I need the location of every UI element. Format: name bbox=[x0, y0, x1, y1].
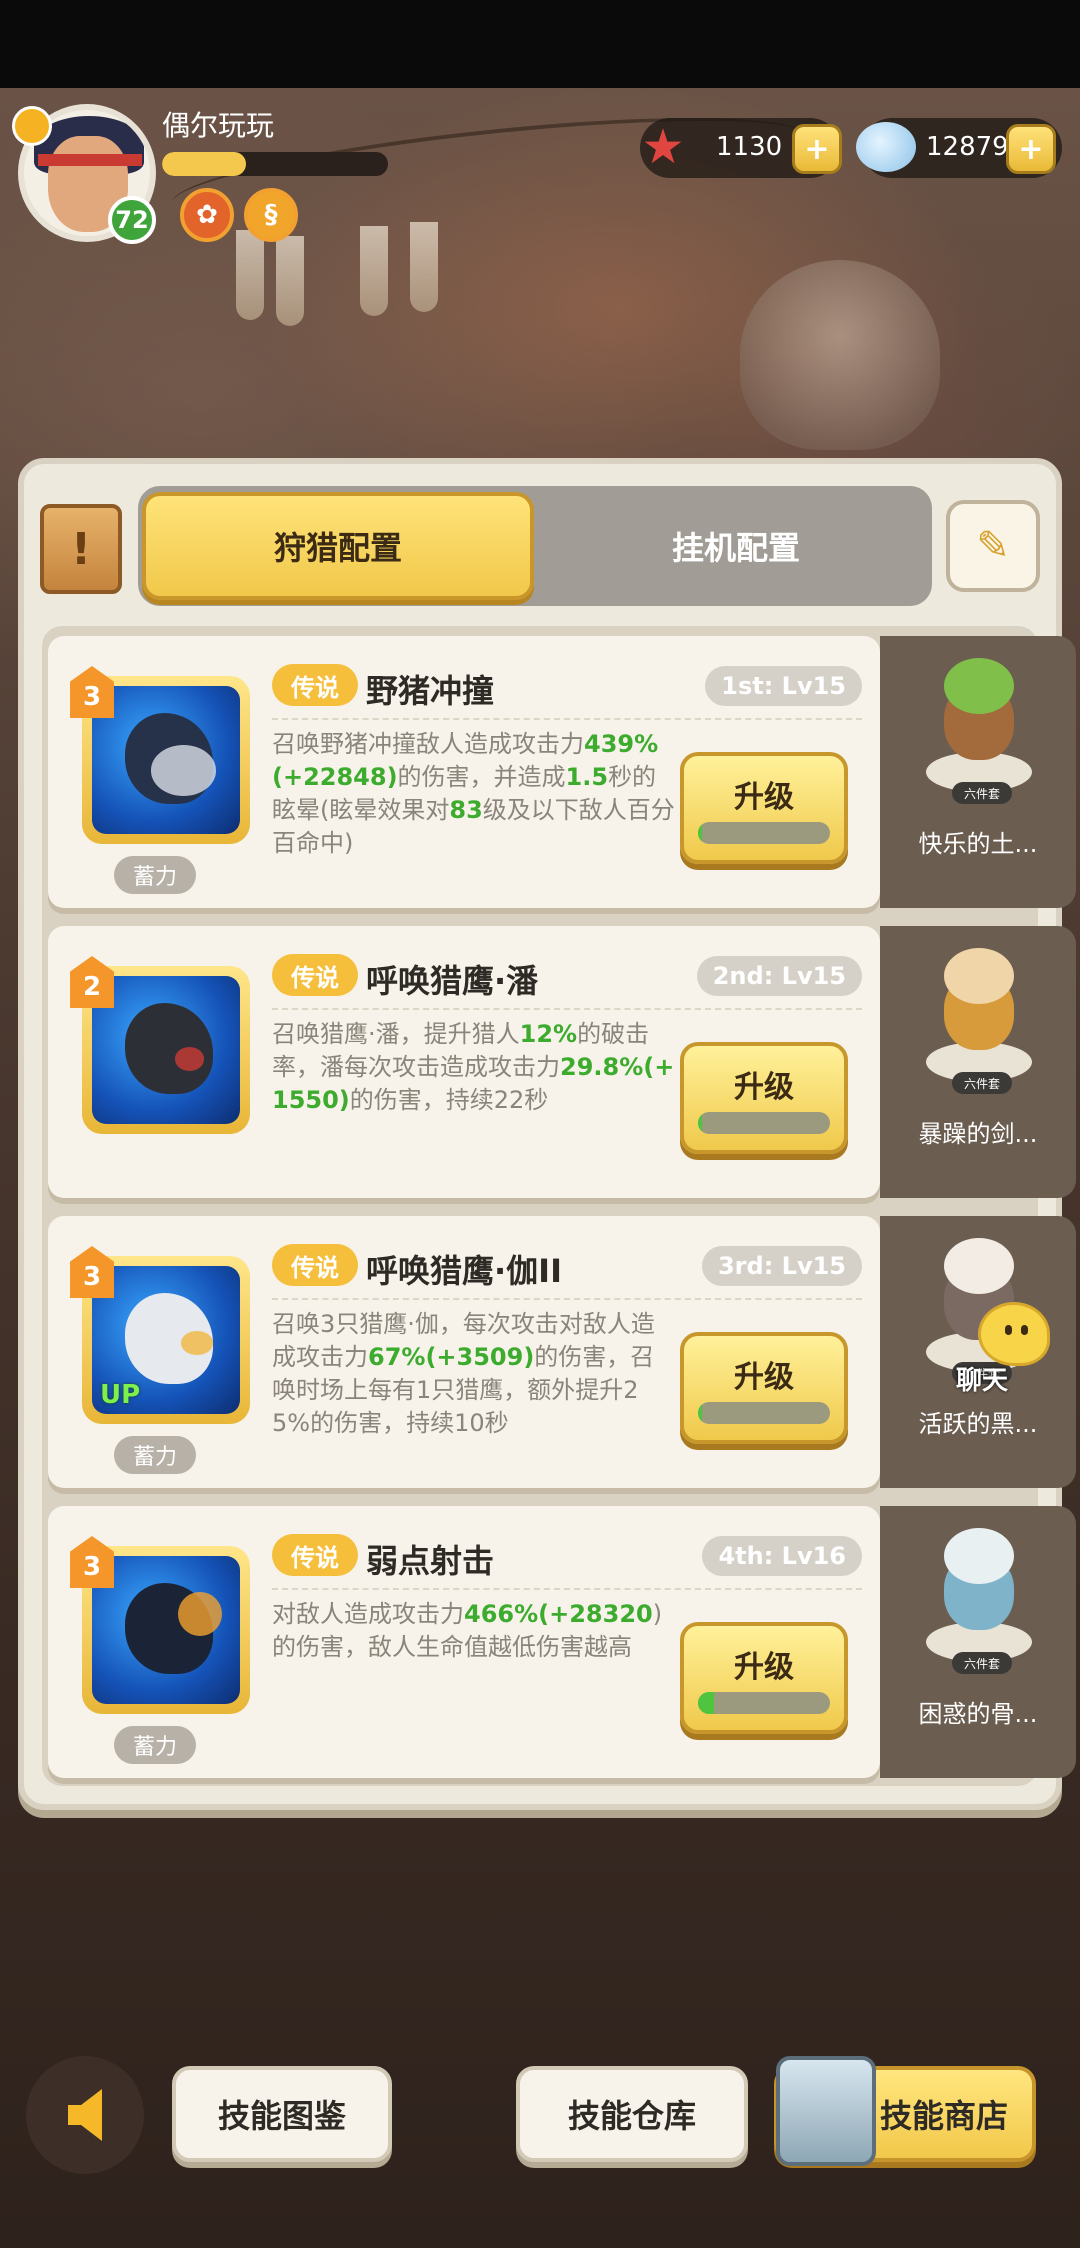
divider bbox=[272, 1298, 862, 1300]
starfish-value: 1130 bbox=[716, 132, 783, 162]
tab-idle-config[interactable]: 挂机配置 bbox=[540, 492, 932, 600]
pet-slot[interactable]: 六件套 暴躁的剑... bbox=[880, 926, 1076, 1198]
skill-star-badge: 2 bbox=[70, 956, 114, 1008]
skill-storage-button[interactable]: 技能仓库 bbox=[516, 2066, 748, 2162]
add-shell-button[interactable]: + bbox=[1006, 124, 1056, 174]
status-bar bbox=[0, 0, 1080, 88]
tab-hunting-config[interactable]: 狩猎配置 bbox=[142, 492, 534, 600]
pet-set-tag: 六件套 bbox=[952, 1652, 1012, 1674]
starfish-icon: ★ bbox=[641, 119, 685, 175]
shell-value: 12879 bbox=[926, 132, 1009, 162]
scroll-info-icon[interactable]: ! bbox=[40, 504, 122, 594]
slot-level-tag: 1st: Lv15 bbox=[705, 666, 862, 706]
pet-figure: 六件套 bbox=[904, 1526, 1054, 1674]
slot-level-tag: 2nd: Lv15 bbox=[696, 956, 862, 996]
skill-name: 弱点射击 bbox=[366, 1542, 495, 1580]
slot-level-tag: 3rd: Lv15 bbox=[701, 1246, 862, 1286]
pet-set-tag: 六件套 bbox=[952, 782, 1012, 804]
pet-name: 困惑的骨... bbox=[918, 1700, 1038, 1728]
pet-set-tag: 六件套 bbox=[952, 1072, 1012, 1094]
skill-card-body[interactable]: 3 蓄力 传说 弱点射击 4th: Lv16 对敌人造成攻击力466%(+283… bbox=[48, 1506, 880, 1778]
feather-icon bbox=[12, 106, 52, 146]
skill-description: 召唤野猪冲撞敌人造成攻击力439%(+22848)的伤害，并造成1.5秒的眩晕(… bbox=[272, 730, 675, 857]
buff-icon-orange[interactable]: ✿ bbox=[180, 188, 234, 242]
upgrade-button[interactable]: 升级 bbox=[680, 752, 848, 864]
skill-name: 呼唤猎鹰·潘 bbox=[366, 962, 539, 1000]
pet-slot[interactable]: 六件套 困惑的骨... bbox=[880, 1506, 1076, 1778]
pet-figure: 六件套 bbox=[904, 946, 1054, 1094]
rarity-badge: 传说 bbox=[272, 1534, 358, 1576]
skill-name: 呼唤猎鹰·伽II bbox=[366, 1252, 562, 1290]
pet-name: 快乐的土... bbox=[918, 830, 1038, 858]
skill-star-badge: 3 bbox=[70, 666, 114, 718]
shop-icon bbox=[776, 2056, 876, 2166]
rarity-badge: 传说 bbox=[272, 954, 358, 996]
skill-card: 六件套 困惑的骨... 3 蓄力 传说 弱点射击 4th: Lv16 对敌人造成… bbox=[48, 1506, 1076, 1778]
pet-name: 活跃的黑... bbox=[918, 1410, 1038, 1438]
skill-name: 野猪冲撞 bbox=[366, 672, 495, 710]
upgrade-button[interactable]: 升级 bbox=[680, 1622, 848, 1734]
skill-card: 六件套 快乐的土... 3 蓄力 传说 野猪冲撞 1st: Lv15 召唤野猪冲… bbox=[48, 636, 1076, 908]
skill-description: 召唤猎鹰·潘，提升猎人12%的破击率，潘每次攻击造成攻击力29.8%(+1550… bbox=[272, 1020, 675, 1114]
tooth-decoration bbox=[276, 236, 304, 326]
exp-bar bbox=[162, 152, 388, 176]
avatar-headband bbox=[38, 154, 142, 166]
add-starfish-button[interactable]: + bbox=[792, 124, 842, 174]
buff-icon-gold[interactable]: § bbox=[244, 188, 298, 242]
pet-slot[interactable]: 六件套 快乐的土... bbox=[880, 636, 1076, 908]
skill-description: 对敌人造成攻击力466%(+28320)的伤害，敌人生命值越低伤害越高 bbox=[272, 1600, 663, 1661]
skill-card: 六件套 暴躁的剑... 2 传说 呼唤猎鹰·潘 2nd: Lv15 召唤猎鹰·潘… bbox=[48, 926, 1076, 1198]
tooth-decoration bbox=[410, 222, 438, 312]
pet-figure: 六件套 bbox=[904, 656, 1054, 804]
shell-icon bbox=[856, 122, 916, 172]
chat-label[interactable]: 聊天 bbox=[956, 1360, 1008, 1397]
divider bbox=[272, 718, 862, 720]
skill-card-body[interactable]: 2 传说 呼唤猎鹰·潘 2nd: Lv15 召唤猎鹰·潘，提升猎人12%的破击率… bbox=[48, 926, 880, 1198]
pet-name: 暴躁的剑... bbox=[918, 1120, 1038, 1148]
upgrade-button[interactable]: 升级 bbox=[680, 1042, 848, 1154]
skill-card-body[interactable]: 3 蓄力 传说 野猪冲撞 1st: Lv15 召唤野猪冲撞敌人造成攻击力439%… bbox=[48, 636, 880, 908]
rarity-badge: 传说 bbox=[272, 1244, 358, 1286]
charge-tag: 蓄力 bbox=[114, 1726, 196, 1764]
chat-icon[interactable] bbox=[978, 1302, 1050, 1366]
back-button[interactable] bbox=[26, 2056, 144, 2174]
edit-config-button[interactable]: ✎ bbox=[946, 500, 1040, 592]
player-name: 偶尔玩玩 bbox=[162, 109, 275, 142]
slot-level-tag: 4th: Lv16 bbox=[702, 1536, 862, 1576]
skull-decoration bbox=[740, 260, 940, 450]
skill-star-badge: 3 bbox=[70, 1536, 114, 1588]
rarity-badge: 传说 bbox=[272, 664, 358, 706]
skill-description: 召唤3只猎鹰·伽，每次攻击对敌人造成攻击力67%(+3509)的伤害，召唤时场上… bbox=[272, 1310, 655, 1437]
divider bbox=[272, 1588, 862, 1590]
back-arrow-icon bbox=[68, 2089, 102, 2141]
skill-catalog-button[interactable]: 技能图鉴 bbox=[172, 2066, 392, 2162]
charge-tag: 蓄力 bbox=[114, 856, 196, 894]
exp-fill bbox=[162, 152, 246, 176]
tooth-decoration bbox=[360, 226, 388, 316]
divider bbox=[272, 1008, 862, 1010]
player-level-badge: 72 bbox=[108, 196, 156, 244]
skill-card: 六件套 活跃的黑... UP 3 蓄力 传说 呼唤猎鹰·伽II 3rd: Lv1… bbox=[48, 1216, 1076, 1488]
skill-card-body[interactable]: UP 3 蓄力 传说 呼唤猎鹰·伽II 3rd: Lv15 召唤3只猎鹰·伽，每… bbox=[48, 1216, 880, 1488]
tooth-decoration bbox=[236, 230, 264, 320]
up-tag: UP bbox=[100, 1380, 141, 1410]
skill-star-badge: 3 bbox=[70, 1246, 114, 1298]
upgrade-button[interactable]: 升级 bbox=[680, 1332, 848, 1444]
charge-tag: 蓄力 bbox=[114, 1436, 196, 1474]
